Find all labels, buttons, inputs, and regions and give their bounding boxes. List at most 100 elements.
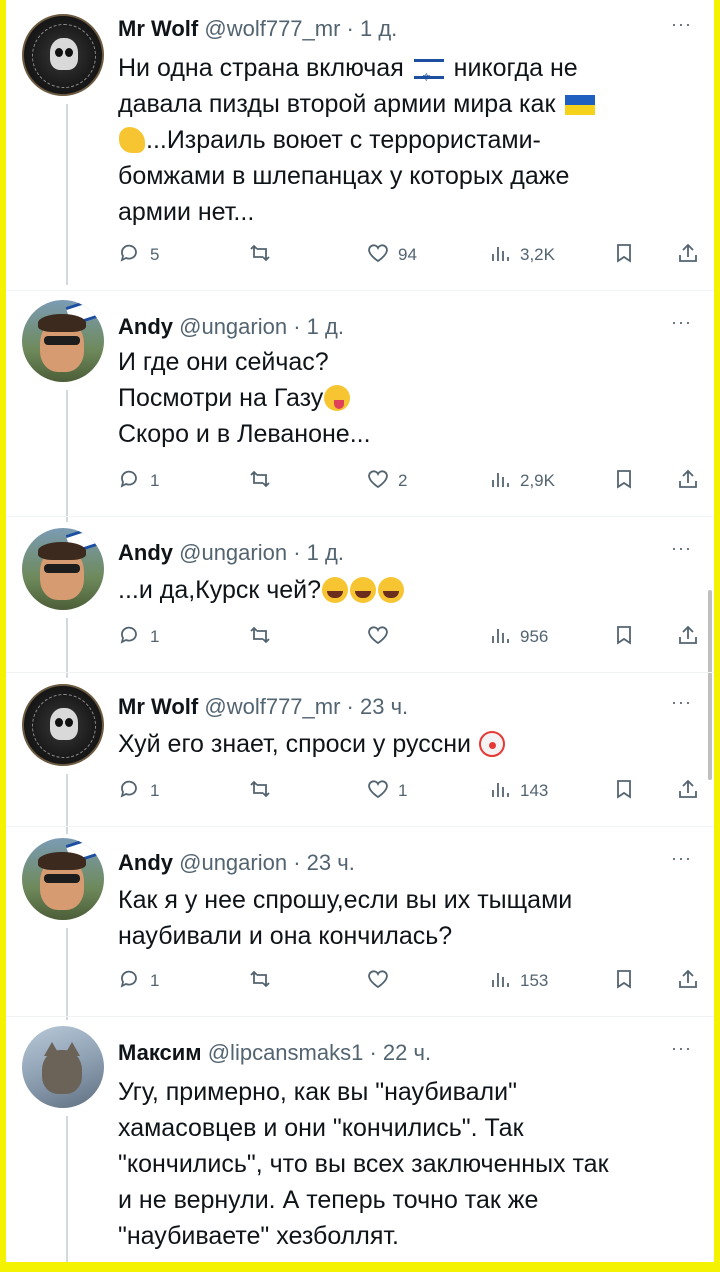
more-icon[interactable]: ···: [671, 538, 692, 559]
author-name[interactable]: Mr Wolf: [118, 16, 198, 41]
like-button[interactable]: 94: [366, 240, 417, 270]
views-button[interactable]: 956: [488, 622, 548, 652]
separator-dot: ·: [363, 1040, 383, 1065]
text-line: ...Израиль воюет с террористами-: [118, 122, 678, 158]
share-icon: [676, 241, 700, 270]
views-button[interactable]: 3,2K: [488, 240, 555, 270]
israel-flag-icon: [413, 59, 444, 96]
author-name[interactable]: Andy: [118, 540, 173, 565]
tweet-text-segment: наубивали и она кончилась?: [118, 922, 453, 950]
more-icon[interactable]: ···: [671, 312, 692, 333]
more-icon[interactable]: ···: [671, 1038, 692, 1059]
separator-dot: ·: [340, 694, 360, 719]
views-count: 2,9K: [520, 471, 555, 490]
retweet-button[interactable]: [248, 622, 280, 652]
timestamp[interactable]: 1 д.: [307, 540, 344, 565]
tweet-text-segment: и не вернули. А теперь точно так же: [118, 1186, 539, 1214]
views-button[interactable]: 143: [488, 776, 548, 806]
author-name[interactable]: Andy: [118, 314, 173, 339]
timestamp[interactable]: 1 д.: [360, 16, 397, 41]
tweet-header: Andy @ungarion · 23 ч.: [118, 850, 355, 880]
reply-button[interactable]: 1: [118, 622, 159, 652]
hair: [38, 852, 86, 870]
author-name[interactable]: Mr Wolf: [118, 694, 198, 719]
views-count: 153: [520, 971, 549, 990]
text-line: бомжами в шлепанцах у которых даже: [118, 158, 678, 194]
tweet-text-segment: ...Израиль воюет с террористами-: [146, 126, 541, 154]
text-line: армии нет...: [118, 194, 678, 230]
bookmark-button[interactable]: [612, 966, 636, 996]
share-icon: [676, 777, 700, 806]
bookmark-icon: [612, 623, 636, 652]
bookmark-button[interactable]: [612, 466, 636, 496]
tweet-text-segment: бомжами в шлепанцах у которых даже: [118, 162, 570, 190]
heart-icon: [366, 623, 390, 652]
timestamp[interactable]: 23 ч.: [360, 694, 408, 719]
more-icon[interactable]: ···: [671, 14, 692, 35]
reply-button[interactable]: 5: [118, 240, 159, 270]
reply-icon: [118, 467, 142, 496]
author-name[interactable]: Andy: [118, 850, 173, 875]
retweet-button[interactable]: [248, 240, 280, 270]
avatar[interactable]: [22, 14, 104, 96]
bookmark-button[interactable]: [612, 240, 636, 270]
bookmark-button[interactable]: [612, 776, 636, 806]
reply-button[interactable]: 1: [118, 776, 159, 806]
more-icon[interactable]: ···: [671, 692, 692, 713]
action-bar: 1 956: [118, 622, 698, 652]
ukraine-flag-icon: [565, 95, 596, 115]
share-button[interactable]: [676, 466, 700, 496]
author-handle[interactable]: @ungarion: [179, 314, 287, 339]
share-button[interactable]: [676, 240, 700, 270]
avatar[interactable]: [22, 838, 104, 920]
bookmark-button[interactable]: [612, 622, 636, 652]
retweet-button[interactable]: [248, 966, 280, 996]
avatar[interactable]: [22, 300, 104, 382]
tweet-text-segment: ...и да,Курск чей?: [118, 576, 322, 604]
scrollbar[interactable]: [708, 590, 712, 780]
author-handle[interactable]: @ungarion: [179, 850, 287, 875]
reply-icon: [118, 777, 142, 806]
rolling-laughing-emoji-icon: [378, 577, 405, 603]
text-line: давала пизды второй армии мира как: [118, 86, 678, 122]
reply-button[interactable]: 1: [118, 466, 159, 496]
like-button[interactable]: [366, 622, 398, 652]
timestamp[interactable]: 1 д.: [307, 314, 344, 339]
avatar[interactable]: [22, 528, 104, 610]
author-handle[interactable]: @lipcansmaks1: [208, 1040, 364, 1065]
share-button[interactable]: [676, 966, 700, 996]
text-line: ...и да,Курск чей?: [118, 572, 678, 608]
timestamp[interactable]: 23 ч.: [307, 850, 355, 875]
bookmark-icon: [612, 967, 636, 996]
avatar[interactable]: [22, 1026, 104, 1108]
views-count: 956: [520, 627, 549, 646]
more-icon[interactable]: ···: [671, 848, 692, 869]
views-button[interactable]: 2,9K: [488, 466, 555, 496]
reply-thread: Mr Wolf @wolf777_mr · 1 д. ··· Ни одна стр…: [6, 0, 714, 1262]
retweet-button[interactable]: [248, 776, 280, 806]
thread-connector: [66, 618, 68, 678]
like-button[interactable]: [366, 966, 398, 996]
tweet-text-segment: давала пизды второй армии мира как: [118, 90, 563, 118]
retweet-button[interactable]: [248, 466, 280, 496]
like-button[interactable]: 2: [366, 466, 407, 496]
share-button[interactable]: [676, 776, 700, 806]
views-icon: [488, 967, 512, 996]
reply-button[interactable]: 1: [118, 966, 159, 996]
avatar[interactable]: [22, 684, 104, 766]
text-line: Посмотри на Газу: [118, 380, 678, 416]
thread-connector: [66, 1116, 68, 1262]
likes-count: 94: [398, 245, 417, 264]
author-name[interactable]: Максим: [118, 1040, 202, 1065]
tweet-text: Угу, примерно, как вы "наубивали" хамасов…: [118, 1074, 678, 1254]
timestamp[interactable]: 22 ч.: [383, 1040, 431, 1065]
views-button[interactable]: 153: [488, 966, 548, 996]
author-handle[interactable]: @wolf777_mr: [204, 694, 340, 719]
sunglasses: [44, 564, 80, 573]
sunglasses: [44, 874, 80, 883]
author-handle[interactable]: @ungarion: [179, 540, 287, 565]
like-button[interactable]: 1: [366, 776, 407, 806]
views-icon: [488, 467, 512, 496]
author-handle[interactable]: @wolf777_mr: [204, 16, 340, 41]
share-button[interactable]: [676, 622, 700, 652]
